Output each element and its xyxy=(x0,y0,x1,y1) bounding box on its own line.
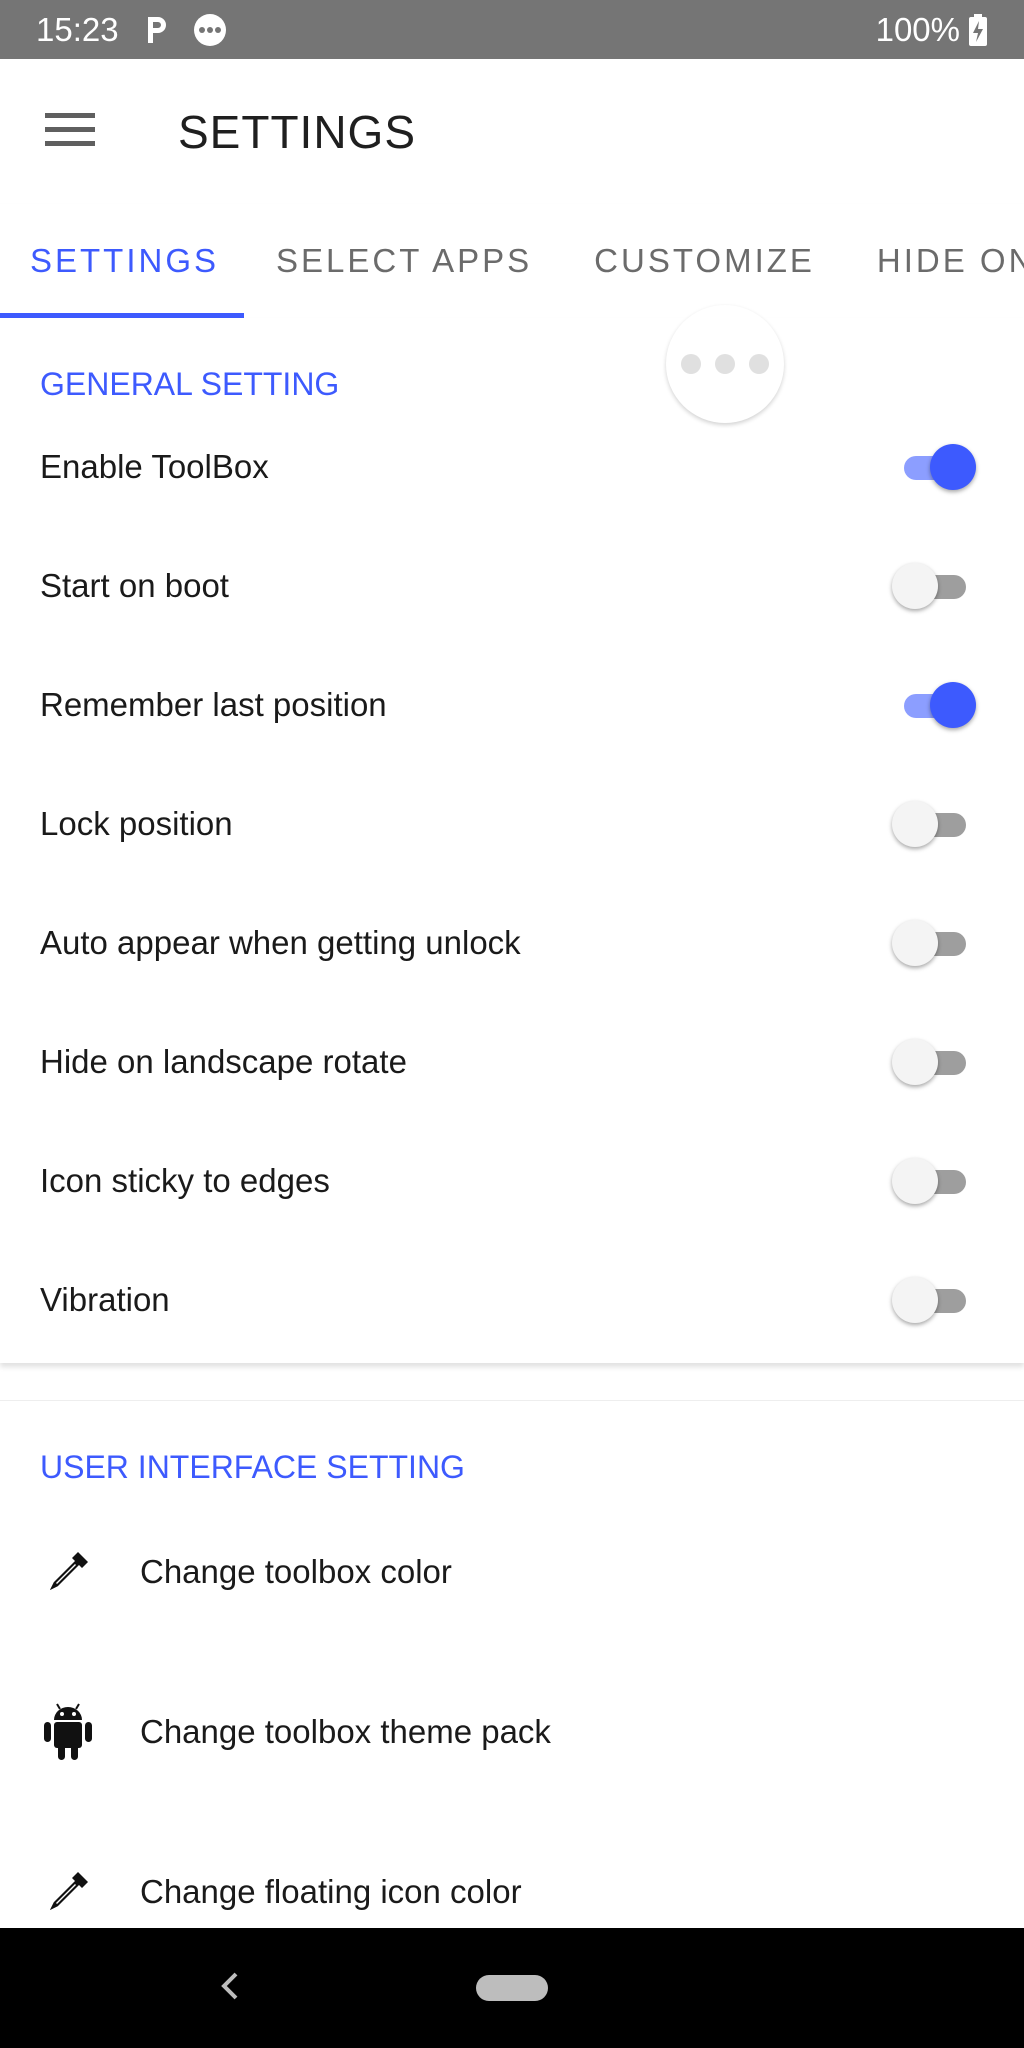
setting-label: Auto appear when getting unlock xyxy=(40,923,521,961)
status-bar: 15:23 100% xyxy=(0,0,1024,59)
nav-home-pill[interactable] xyxy=(476,1975,548,2001)
eyedropper-icon xyxy=(40,1544,96,1600)
setting-label: Enable ToolBox xyxy=(40,447,269,485)
more-dots-icon xyxy=(193,13,227,47)
bubble-dot xyxy=(715,354,735,374)
section-title-general: GENERAL SETTING xyxy=(40,366,340,402)
vibration-switch[interactable] xyxy=(892,1272,976,1328)
setting-row-hide-on-landscape[interactable]: Hide on landscape rotate xyxy=(0,1002,1024,1121)
enable-toolbox-switch[interactable] xyxy=(892,439,976,495)
setting-label: Remember last position xyxy=(40,685,387,723)
setting-row-lock-position[interactable]: Lock position xyxy=(0,764,1024,883)
user-interface-settings-section: USER INTERFACE SETTING Change toolbox co… xyxy=(0,1400,1024,1928)
ui-row-theme-pack[interactable]: Change toolbox theme pack xyxy=(0,1672,1024,1792)
ui-label: Change toolbox theme pack xyxy=(140,1713,551,1750)
setting-row-remember-last-position[interactable]: Remember last position xyxy=(0,645,1024,764)
lock-position-switch[interactable] xyxy=(892,796,976,852)
ui-label: Change toolbox color xyxy=(140,1553,452,1590)
general-settings-section: GENERAL SETTING Enable ToolBox Start on … xyxy=(0,318,1024,1363)
parking-icon xyxy=(141,13,171,47)
setting-row-vibration[interactable]: Vibration xyxy=(0,1240,1024,1359)
start-on-boot-switch[interactable] xyxy=(892,558,976,614)
setting-row-icon-sticky[interactable]: Icon sticky to edges xyxy=(0,1121,1024,1240)
tab-hide-on[interactable]: HIDE ON xyxy=(845,204,1024,318)
setting-label: Hide on landscape rotate xyxy=(40,1042,407,1080)
bubble-dot xyxy=(749,354,769,374)
tab-customize[interactable]: CUSTOMIZE xyxy=(562,204,845,318)
tab-select-apps[interactable]: SELECT APPS xyxy=(244,204,562,318)
page-title: SETTINGS xyxy=(178,105,417,158)
nav-back-button[interactable] xyxy=(200,1958,260,2018)
floating-toolbox-bubble[interactable] xyxy=(666,305,784,423)
tab-bar: SETTINGS SELECT APPS CUSTOMIZE HIDE ON xyxy=(0,204,1024,318)
setting-row-auto-appear[interactable]: Auto appear when getting unlock xyxy=(0,883,1024,1002)
setting-row-start-on-boot[interactable]: Start on boot xyxy=(0,526,1024,645)
android-icon xyxy=(40,1703,96,1760)
battery-charging-icon xyxy=(968,13,988,47)
back-chevron-icon xyxy=(218,1970,242,2007)
system-nav-bar xyxy=(0,1928,1024,2048)
eyedropper-icon xyxy=(40,1864,96,1920)
tab-settings[interactable]: SETTINGS xyxy=(0,204,244,318)
bubble-dot xyxy=(681,354,701,374)
setting-label: Icon sticky to edges xyxy=(40,1161,330,1199)
setting-row-enable-toolbox[interactable]: Enable ToolBox xyxy=(0,407,1024,526)
setting-label: Start on boot xyxy=(40,566,229,604)
battery-percent: 100% xyxy=(875,10,960,48)
setting-label: Vibration xyxy=(40,1280,170,1318)
remember-last-position-switch[interactable] xyxy=(892,677,976,733)
setting-label: Lock position xyxy=(40,804,233,842)
hide-on-landscape-switch[interactable] xyxy=(892,1034,976,1090)
icon-sticky-switch[interactable] xyxy=(892,1153,976,1209)
menu-button[interactable] xyxy=(20,82,120,182)
ui-label: Change floating icon color xyxy=(140,1873,522,1910)
hamburger-menu-icon xyxy=(45,111,95,152)
section-title-ui: USER INTERFACE SETTING xyxy=(40,1449,465,1485)
app-bar: SETTINGS xyxy=(0,59,1024,204)
status-time: 15:23 xyxy=(36,10,119,48)
auto-appear-switch[interactable] xyxy=(892,915,976,971)
ui-row-toolbox-color[interactable]: Change toolbox color xyxy=(0,1512,1024,1632)
